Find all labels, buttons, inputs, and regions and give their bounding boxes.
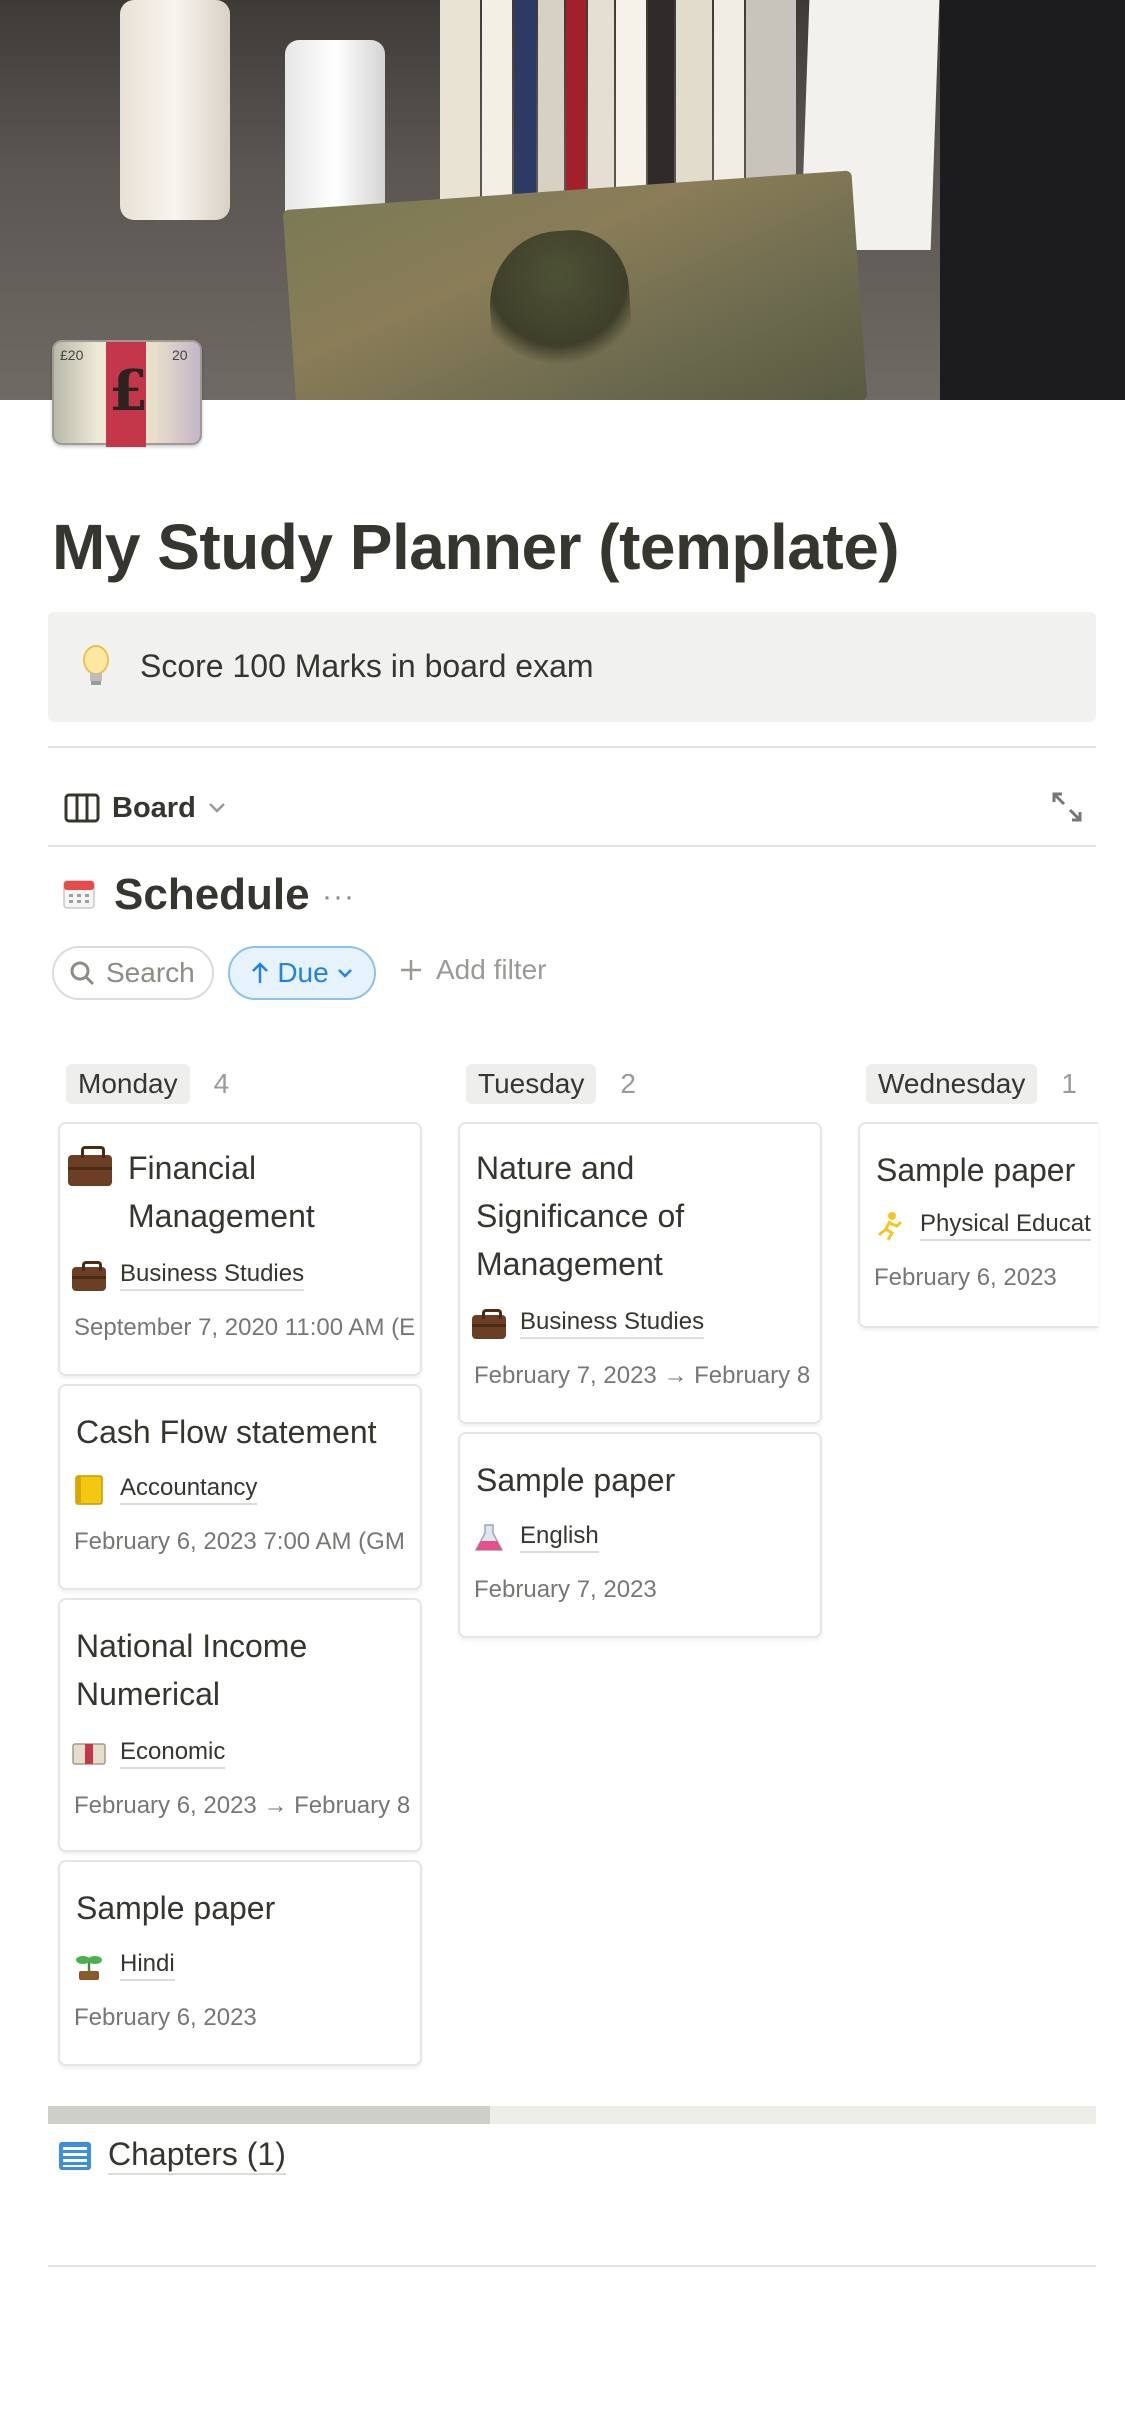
briefcase-icon (68, 1146, 112, 1186)
card-title: Financial (128, 1150, 257, 1186)
seedling-icon (76, 1955, 102, 1980)
card-title: Numerical (76, 1676, 221, 1712)
divider (48, 746, 1096, 748)
scrollbar-thumb[interactable] (48, 2106, 490, 2124)
card-date: February 6, 2023 → February 8 (74, 1792, 411, 1819)
sort-due-button[interactable]: Due (228, 946, 376, 1000)
pound-banknote-icon[interactable]: £20 20 £ (52, 340, 202, 447)
subject-relation[interactable]: Business Studies (72, 1260, 305, 1291)
column-name: Tuesday (466, 1064, 597, 1104)
subject-name: Accountancy (120, 1474, 258, 1505)
card-date: February 7, 2023 (474, 1576, 657, 1603)
card-date: February 7, 2023 → February 8 (474, 1362, 811, 1389)
ledger-icon (75, 1474, 103, 1505)
column-name: Monday (66, 1064, 190, 1104)
card-title: Sample paper (876, 1152, 1076, 1188)
subject-name: Physical Educat (920, 1210, 1091, 1241)
board-card[interactable]: Sample paper Hindi February 6, 2023 (58, 1860, 422, 2066)
sort-label: Due (277, 957, 329, 988)
page-title[interactable]: My Study Planner (template) (52, 510, 900, 584)
subject-relation[interactable]: Business Studies (472, 1308, 705, 1339)
runner-icon (878, 1211, 903, 1241)
board-card[interactable]: Financial Management Business Studies Se… (58, 1122, 422, 1376)
card-title: Nature and (476, 1150, 635, 1186)
subject-name: Economic (120, 1738, 226, 1769)
chapters-link[interactable]: Chapters (1) (58, 2136, 286, 2175)
flask-icon (474, 1523, 504, 1551)
column-name: Wednesday (866, 1064, 1038, 1104)
search-label: Search (106, 957, 195, 988)
banknote-icon (72, 1742, 106, 1765)
subject-relation[interactable]: English (472, 1522, 599, 1553)
arrow-up-icon (252, 962, 269, 983)
list-icon (59, 2141, 91, 2170)
column-count: 4 (213, 1068, 230, 1099)
board-card[interactable]: Nature and Significance of Management Bu… (458, 1122, 822, 1424)
calendar-icon (63, 880, 95, 909)
cover-shadow (940, 0, 1125, 400)
add-filter-label: Add filter (436, 954, 547, 985)
briefcase-icon (72, 1260, 106, 1291)
card-date: February 6, 2023 (74, 2004, 257, 2031)
card-title: Cash Flow statement (76, 1414, 377, 1450)
book-spine (440, 0, 480, 230)
card-title: Sample paper (476, 1462, 676, 1498)
subject-name: Hindi (120, 1950, 175, 1981)
column-header-monday[interactable]: Monday 4 (66, 1064, 229, 1104)
cup-decoration (120, 0, 230, 220)
chevron-down-icon (208, 803, 225, 813)
database-title[interactable]: Schedule (114, 870, 310, 920)
subject-relation[interactable]: Accountancy (72, 1474, 258, 1505)
column-header-wednesday[interactable]: Wednesday 1 (866, 1064, 1077, 1104)
search-button[interactable]: Search (52, 946, 214, 1000)
briefcase-icon (472, 1308, 506, 1339)
card-date: February 6, 2023 7:00 AM (GM (74, 1528, 405, 1555)
subject-relation[interactable]: Physical Educat (872, 1210, 1091, 1241)
column-header-tuesday[interactable]: Tuesday 2 (466, 1064, 636, 1104)
board-card[interactable]: Cash Flow statement Accountancy February… (58, 1384, 422, 1590)
subject-relation[interactable]: Hindi (72, 1950, 175, 1981)
banknote-denomination: 20 (172, 347, 188, 363)
divider (48, 845, 1096, 847)
card-title: Management (128, 1198, 315, 1234)
pound-symbol: £ (109, 358, 148, 424)
lightbulb-icon (83, 645, 109, 685)
search-icon (70, 961, 95, 986)
board-card[interactable]: National Income Numerical Economic Febru… (58, 1598, 422, 1852)
view-switcher[interactable]: Board (64, 786, 226, 830)
card-title: Sample paper (76, 1890, 276, 1926)
banknote-denomination: £20 (60, 347, 84, 363)
expand-icon[interactable] (1050, 790, 1084, 824)
subject-name: Business Studies (520, 1308, 705, 1339)
board-card[interactable]: Sample paper English February 7, 2023 (458, 1432, 822, 1638)
more-options-icon[interactable]: ··· (322, 880, 355, 914)
chapters-label: Chapters (1) (108, 2136, 286, 2175)
card-title: Management (476, 1246, 663, 1282)
card-date: September 7, 2020 11:00 AM (E (74, 1314, 416, 1341)
subject-relation[interactable]: Economic (72, 1738, 226, 1769)
card-title: Significance of (476, 1198, 685, 1234)
callout-block[interactable]: Score 100 Marks in board exam (48, 612, 1096, 722)
card-title: National Income (76, 1628, 308, 1664)
subject-name: Business Studies (120, 1260, 305, 1291)
subject-name: English (520, 1522, 599, 1553)
plus-icon (401, 960, 421, 980)
view-label: Board (112, 791, 196, 824)
chevron-down-icon (337, 969, 352, 978)
card-date: February 6, 2023 (874, 1264, 1057, 1291)
column-count: 1 (1061, 1068, 1077, 1099)
column-count: 2 (620, 1068, 636, 1099)
add-filter-button[interactable]: Add filter (398, 954, 547, 986)
board-icon (64, 793, 100, 823)
callout-text: Score 100 Marks in board exam (140, 648, 594, 684)
divider (48, 2265, 1096, 2267)
notebook-decoration (282, 170, 868, 400)
board-card[interactable]: Sample paper Physical Educat February 6,… (858, 1122, 1098, 1328)
